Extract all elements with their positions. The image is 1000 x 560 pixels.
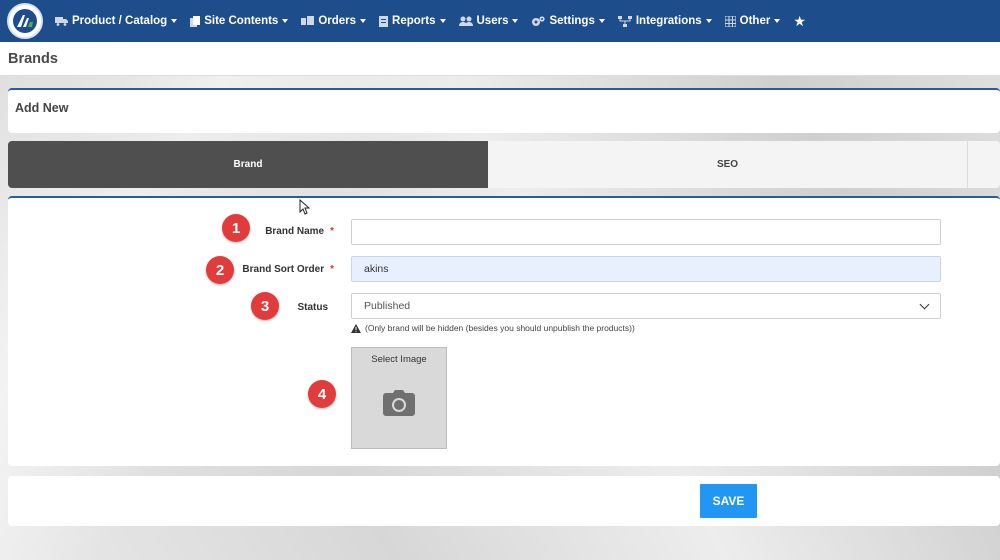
status-selected-value: Published xyxy=(364,300,411,312)
chevron-down-icon xyxy=(282,19,289,23)
nav-site-contents[interactable]: Site Contents xyxy=(190,15,289,27)
grid-icon xyxy=(724,15,736,27)
nav-label: Settings xyxy=(549,15,595,27)
nav-users[interactable]: Users xyxy=(458,15,519,27)
brand-form-panel: 1 Brand Name * 2 Brand Sort Order * 3 Stat… xyxy=(8,196,1000,466)
camera-icon xyxy=(383,390,415,416)
top-navbar: Product / Catalog Site Contents Orders R… xyxy=(0,0,1000,42)
chevron-down-icon xyxy=(171,19,178,23)
chevron-down-icon xyxy=(774,19,781,23)
step-badge-4: 4 xyxy=(308,380,336,408)
chevron-down-icon xyxy=(705,19,712,23)
chevron-down-icon xyxy=(360,19,367,23)
required-mark: * xyxy=(330,226,334,237)
brand-sort-order-input[interactable] xyxy=(351,256,941,282)
tab-extra[interactable] xyxy=(968,141,1000,188)
brand-name-input[interactable] xyxy=(351,219,941,245)
page-title: Brands xyxy=(8,51,58,67)
logo-icon xyxy=(13,9,37,33)
select-image-box[interactable]: Select Image xyxy=(351,347,447,449)
nav-label: Product / Catalog xyxy=(72,15,168,27)
step-badge-3: 3 xyxy=(251,292,279,320)
gears-icon xyxy=(532,15,546,26)
warning-icon xyxy=(351,323,361,333)
files-icon xyxy=(190,15,201,27)
step-badge-1: 1 xyxy=(222,214,250,242)
nav-other[interactable]: Other xyxy=(724,15,781,27)
brand-name-label-text: Brand Name xyxy=(265,226,325,237)
logo[interactable] xyxy=(7,3,43,39)
mouse-cursor-icon xyxy=(299,199,310,215)
page-header: Brands xyxy=(0,42,1000,76)
tab-brand[interactable]: Brand xyxy=(8,141,488,188)
status-select[interactable]: Published xyxy=(351,293,941,319)
select-image-label: Select Image xyxy=(371,354,427,365)
nav-settings[interactable]: Settings xyxy=(531,15,605,27)
chevron-down-icon xyxy=(439,19,446,23)
required-mark: * xyxy=(330,264,334,275)
chevron-down-icon xyxy=(512,19,519,23)
nav-label: Site Contents xyxy=(204,15,279,27)
truck-icon xyxy=(55,17,68,26)
status-label: Status xyxy=(297,302,328,313)
nav-product-catalog[interactable]: Product / Catalog xyxy=(55,15,178,27)
nav-label: Other xyxy=(739,15,771,27)
users-icon xyxy=(458,16,473,26)
add-new-title: Add New xyxy=(15,101,69,115)
brand-name-label: Brand Name * xyxy=(265,226,334,237)
orders-icon xyxy=(301,16,315,25)
nav-integrations[interactable]: Integrations xyxy=(617,15,712,27)
chevron-down-icon xyxy=(919,299,930,309)
brand-sort-order-label-text: Brand Sort Order xyxy=(242,264,325,275)
star-icon[interactable]: ★ xyxy=(793,13,806,30)
nav-reports[interactable]: Reports xyxy=(379,15,446,27)
save-panel: SAVE xyxy=(8,476,1000,526)
status-hint: (Only brand will be hidden (besides you … xyxy=(351,323,635,333)
chevron-down-icon xyxy=(598,19,605,23)
nav-label: Integrations xyxy=(635,15,702,27)
step-badge-2: 2 xyxy=(206,256,234,284)
tab-seo[interactable]: SEO xyxy=(488,141,968,188)
add-new-panel: Add New xyxy=(8,88,1000,133)
nav-label: Orders xyxy=(318,15,357,27)
nav-orders[interactable]: Orders xyxy=(301,15,367,27)
status-hint-text: (Only brand will be hidden (besides you … xyxy=(365,323,635,333)
sitemap-icon xyxy=(617,15,632,27)
save-button[interactable]: SAVE xyxy=(700,484,757,518)
nav-label: Reports xyxy=(392,15,436,27)
tab-bar: Brand SEO xyxy=(8,141,1000,188)
brand-sort-order-label: Brand Sort Order * xyxy=(242,264,334,275)
nav-label: Users xyxy=(476,15,509,27)
report-icon xyxy=(379,15,389,27)
